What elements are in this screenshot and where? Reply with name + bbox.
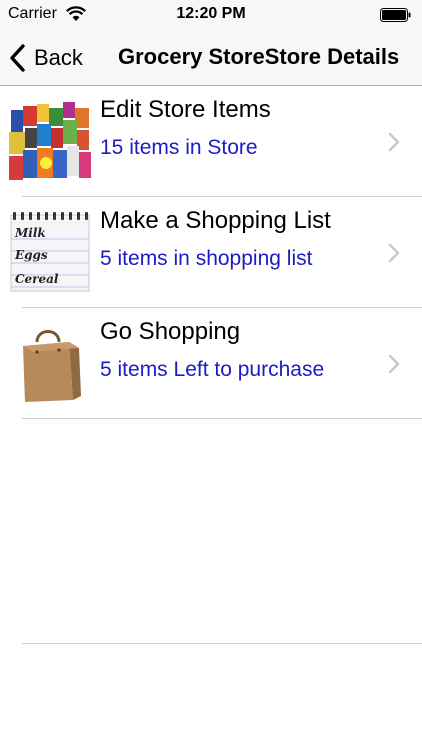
shopping-bag-icon (23, 330, 81, 402)
back-label: Back (34, 45, 83, 70)
row-separator (22, 418, 422, 419)
list-item-go-shopping[interactable]: Go Shopping 5 items Left to purchase (0, 308, 422, 419)
navigation-bar: Back Grocery StoreStore Details (0, 30, 422, 86)
notepad-text-milk: Milk (14, 226, 46, 240)
menu-list: Edit Store Items 15 items in Store Milk … (0, 86, 422, 419)
status-time: 12:20 PM (176, 5, 246, 22)
list-item-subtitle: 15 items in Store (100, 136, 258, 159)
list-item-title: Go Shopping (100, 318, 241, 345)
list-item-subtitle: 5 items Left to purchase (100, 358, 325, 381)
list-item-edit-store-items[interactable]: Edit Store Items 15 items in Store (0, 86, 422, 197)
notepad-text-eggs: Eggs (14, 248, 48, 262)
chevron-left-icon (10, 44, 25, 72)
notepad-text-cereal: Cereal (15, 272, 59, 286)
back-button[interactable]: Back (8, 38, 83, 78)
notepad-icon: Milk Eggs Cereal (10, 212, 90, 292)
grocery-products-icon (9, 100, 91, 182)
chevron-right-icon (388, 132, 400, 152)
list-item-subtitle: 5 items in shopping list (100, 247, 313, 270)
list-item-make-shopping-list[interactable]: Milk Eggs Cereal Make a Shopping List 5 … (0, 197, 422, 308)
chevron-right-icon (388, 243, 400, 263)
bottom-separator (22, 643, 422, 644)
page-title: Grocery StoreStore Details (118, 44, 400, 69)
chevron-right-icon (388, 354, 400, 374)
list-item-title: Make a Shopping List (100, 207, 331, 234)
list-item-title: Edit Store Items (100, 96, 271, 123)
status-bar: Carrier 12:20 PM (0, 0, 422, 30)
battery-icon (380, 8, 411, 22)
